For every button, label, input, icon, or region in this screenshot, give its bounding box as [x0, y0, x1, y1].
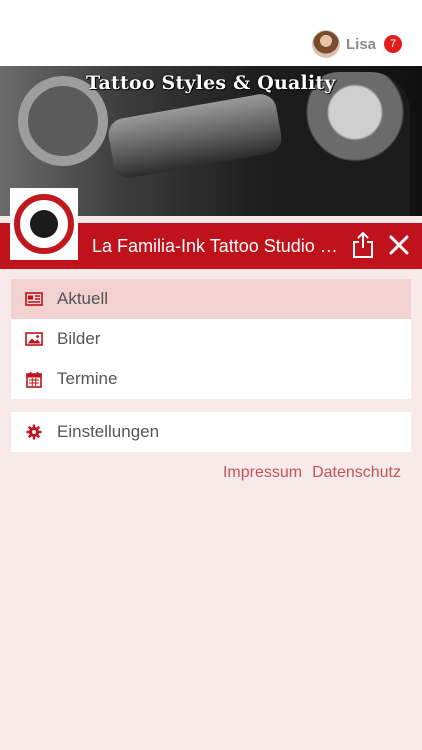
menu-item-aktuell[interactable]: Aktuell	[11, 279, 411, 319]
banner-tattoo-machine-graphic	[106, 91, 284, 181]
newspaper-icon	[25, 290, 43, 308]
share-button[interactable]	[352, 231, 374, 259]
notification-badge[interactable]: 7	[384, 35, 402, 53]
menu-item-label: Bilder	[57, 329, 101, 348]
close-icon	[389, 235, 409, 255]
menu-item-label: Aktuell	[57, 289, 109, 308]
gear-icon	[25, 423, 43, 441]
menu-item-label: Termine	[57, 369, 118, 388]
datenschutz-link[interactable]: Datenschutz	[312, 464, 401, 482]
studio-logo	[10, 188, 78, 260]
banner-title: Tattoo Styles & Quality	[86, 72, 336, 94]
logo-ring	[14, 194, 74, 254]
footer-links: Impressum Datenschutz	[223, 464, 401, 482]
menu-item-einstellungen[interactable]: Einstellungen	[11, 412, 411, 452]
close-button[interactable]	[387, 233, 411, 257]
impressum-link[interactable]: Impressum	[223, 464, 302, 482]
user-name[interactable]: Lisa	[346, 36, 376, 53]
share-icon	[353, 231, 373, 258]
image-icon	[25, 330, 43, 348]
settings-menu: Einstellungen	[11, 412, 411, 452]
menu-item-bilder[interactable]: Bilder	[11, 319, 411, 359]
menu-item-label: Einstellungen	[57, 422, 160, 441]
main-menu: Aktuell Bilder Termine	[11, 279, 411, 399]
menu-item-termine[interactable]: Termine	[11, 359, 411, 399]
calendar-icon	[25, 370, 43, 388]
avatar[interactable]	[311, 30, 340, 58]
top-bar: Lisa 7	[0, 0, 422, 66]
logo-center	[30, 210, 58, 238]
user-profile[interactable]: Lisa 7	[311, 29, 402, 59]
studio-name: La Familia-Ink Tattoo Studio L...	[92, 236, 338, 256]
